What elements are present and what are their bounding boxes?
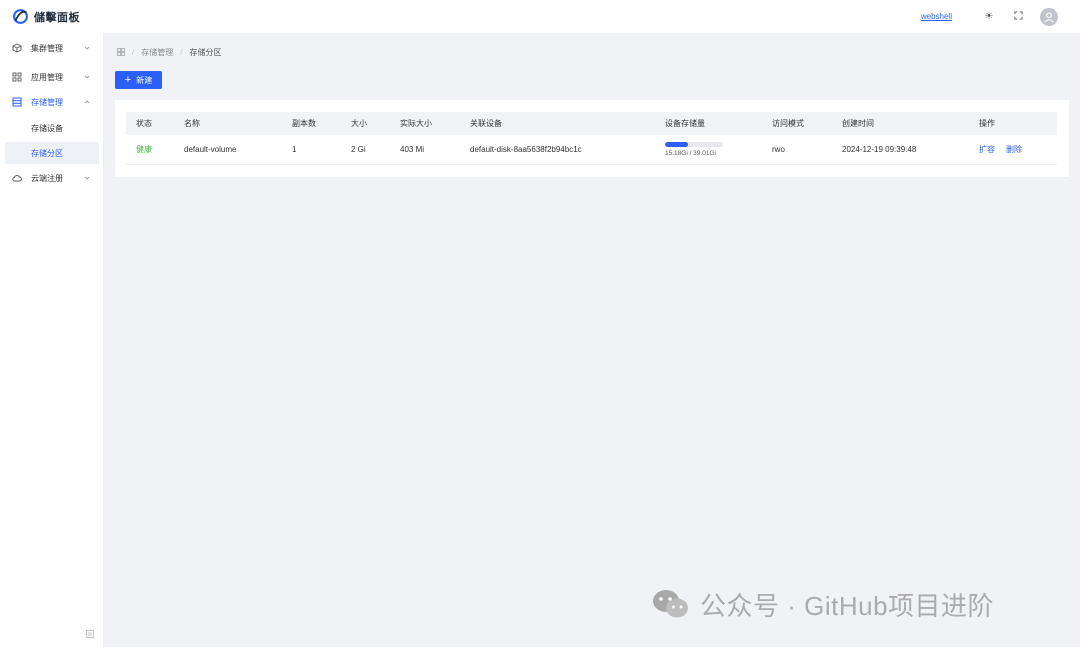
sidebar-item-label: 集群管理	[31, 43, 63, 53]
sidebar-item-cluster[interactable]: 集群管理	[0, 35, 104, 61]
cell-created: 2024-12-19 09:39:48	[842, 145, 917, 154]
sidebar: 集群管理 应用管理 存储管理 存储设备 存储分区 云端注册	[0, 33, 104, 647]
sidebar-subitem-label: 存储分区	[31, 148, 63, 158]
header-actual-size[interactable]: 实际大小	[400, 112, 432, 135]
webshell-link[interactable]: webshell	[921, 12, 952, 21]
sidebar-item-label: 云端注册	[31, 173, 63, 183]
sidebar-item-label: 存储管理	[31, 97, 63, 107]
sidebar-subitem-storage-partitions[interactable]: 存储分区	[5, 142, 99, 164]
header-size[interactable]: 大小	[351, 112, 367, 135]
breadcrumb-separator: /	[180, 48, 183, 57]
sidebar-collapse-button[interactable]	[84, 628, 96, 640]
header-actions: 操作	[979, 119, 995, 128]
cell-actions: 扩容 删除	[979, 135, 1033, 164]
avatar[interactable]	[1040, 7, 1058, 26]
plus-icon: +	[124, 73, 132, 86]
cell-actual-size: 403 Mi	[400, 145, 425, 154]
cell-replicas: 1	[292, 145, 297, 154]
usage-text: 15.18Gi / 39.01Gi	[665, 150, 716, 157]
sidebar-item-label: 应用管理	[31, 72, 63, 82]
logo-icon	[13, 9, 28, 24]
delete-link[interactable]: 删除	[1006, 144, 1022, 155]
sidebar-subitem-storage-devices[interactable]: 存储设备	[5, 117, 99, 139]
breadcrumb-separator: /	[132, 48, 135, 57]
cloud-icon	[12, 173, 22, 183]
header-device[interactable]: 关联设备	[470, 112, 502, 135]
sidebar-item-storage[interactable]: 存储管理	[0, 89, 104, 115]
table-row: 健康 default-volume 1 2 Gi 403 Mi default-…	[126, 135, 1057, 165]
chevron-down-icon	[84, 75, 90, 79]
header-created[interactable]: 创建时间	[842, 112, 874, 135]
breadcrumb: / 存储管理 / 存储分区	[117, 47, 221, 58]
breadcrumb-item[interactable]: 存储管理	[141, 47, 173, 58]
header-status[interactable]: 状态	[136, 112, 152, 135]
cell-name: default-volume	[184, 145, 237, 154]
header-name[interactable]: 名称	[184, 112, 200, 135]
brand[interactable]: 儲擊面板	[0, 8, 80, 25]
header-replicas[interactable]: 副本数	[292, 112, 316, 135]
sidebar-item-apps[interactable]: 应用管理	[0, 64, 104, 90]
sidebar-subitem-label: 存储设备	[31, 123, 63, 133]
usage-progress-bar	[665, 142, 723, 147]
grid-icon	[12, 72, 22, 82]
cell-access-mode: rwo	[772, 145, 785, 154]
chevron-down-icon	[84, 176, 90, 180]
home-icon[interactable]	[117, 47, 125, 58]
wechat-icon	[653, 590, 688, 618]
cube-icon	[12, 43, 22, 53]
cell-size: 2 Gi	[351, 145, 366, 154]
cell-device: default-disk-8aa5638f2b94bc1c	[470, 145, 582, 154]
header-usage[interactable]: 设备存储量	[665, 112, 705, 135]
sidebar-item-cloud-register[interactable]: 云端注册	[0, 165, 104, 191]
new-button-label: 新建	[136, 75, 153, 85]
usage-progress-fill	[665, 142, 688, 147]
watermark: 公众号 · GitHub项目进阶	[650, 587, 994, 621]
storage-icon	[12, 97, 22, 107]
partition-table-card: 状态 名称 副本数 大小 实际大小 关联设备 设备存储量 访问模式 创建时间 操…	[115, 100, 1069, 177]
menu-fold-icon	[86, 630, 94, 638]
watermark-text: 公众号 · GitHub项目进阶	[700, 590, 995, 621]
chevron-down-icon	[84, 46, 90, 50]
app-title: 儲擊面板	[34, 11, 80, 24]
status-badge: 健康	[136, 145, 152, 154]
table-header: 状态 名称 副本数 大小 实际大小 关联设备 设备存储量 访问模式 创建时间 操…	[126, 112, 1057, 135]
expand-link[interactable]: 扩容	[979, 144, 995, 155]
chevron-up-icon	[84, 100, 90, 104]
theme-toggle-icon[interactable]: ☀	[982, 11, 996, 22]
fullscreen-icon[interactable]	[1011, 10, 1025, 23]
breadcrumb-current: 存储分区	[189, 48, 222, 57]
header-access-mode[interactable]: 访问模式	[772, 112, 804, 135]
cell-usage: 15.18Gi / 39.01Gi	[665, 135, 723, 164]
new-button[interactable]: + 新建	[115, 71, 162, 89]
top-bar: 儲擊面板 webshell ☀	[0, 0, 1080, 33]
user-icon	[1044, 11, 1054, 22]
